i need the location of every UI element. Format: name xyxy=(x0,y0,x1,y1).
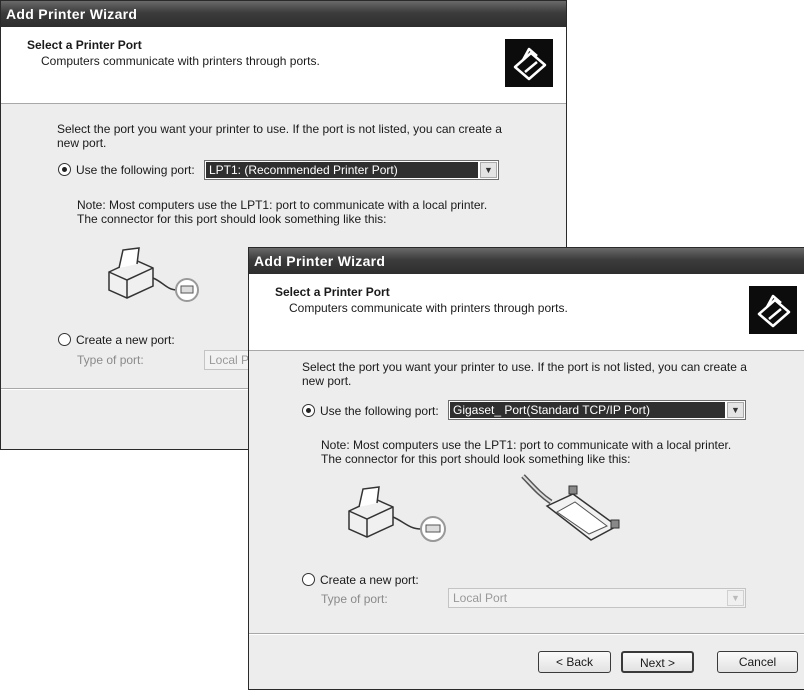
wizard-header: Select a Printer Port Computers communic… xyxy=(249,274,804,351)
type-of-port-value: Local Port xyxy=(453,591,508,605)
use-port-radio[interactable] xyxy=(302,404,315,417)
create-port-label[interactable]: Create a new port: xyxy=(320,573,419,587)
instruction-text: Select the port you want your printer to… xyxy=(57,122,502,150)
printer-wizard-icon xyxy=(505,39,553,87)
type-of-port-select[interactable]: Local Port ▼ xyxy=(448,588,746,608)
cancel-button[interactable]: Cancel xyxy=(717,651,798,673)
type-of-port-label: Type of port: xyxy=(77,353,144,367)
create-port-label[interactable]: Create a new port: xyxy=(76,333,175,347)
printer-illustration xyxy=(108,247,199,302)
instruction-text: Select the port you want your printer to… xyxy=(302,360,747,388)
window-title: Add Printer Wizard xyxy=(1,1,566,27)
create-port-radio[interactable] xyxy=(302,573,315,586)
use-port-label[interactable]: Use the following port: xyxy=(320,404,439,418)
dropdown-arrow-icon[interactable]: ▼ xyxy=(480,162,497,178)
header-title: Select a Printer Port xyxy=(27,38,142,52)
use-port-radio[interactable] xyxy=(58,163,71,176)
port-select[interactable]: Gigaset_ Port(Standard TCP/IP Port) ▼ xyxy=(448,400,746,420)
next-button[interactable]: Next > xyxy=(621,651,694,673)
type-of-port-label: Type of port: xyxy=(321,592,388,606)
header-title: Select a Printer Port xyxy=(275,285,390,299)
dropdown-arrow-icon[interactable]: ▼ xyxy=(727,402,744,418)
selected-port: Gigaset_ Port(Standard TCP/IP Port) xyxy=(450,402,725,418)
header-subtitle: Computers communicate with printers thro… xyxy=(41,54,320,68)
selected-port: LPT1: (Recommended Printer Port) xyxy=(206,162,478,178)
create-port-radio[interactable] xyxy=(58,333,71,346)
note-text: Note: Most computers use the LPT1: port … xyxy=(77,198,488,226)
wizard-header: Select a Printer Port Computers communic… xyxy=(1,27,566,104)
port-select[interactable]: LPT1: (Recommended Printer Port) ▼ xyxy=(204,160,499,180)
front-wizard-window: Add Printer Wizard Select a Printer Port… xyxy=(248,247,804,690)
footer-separator xyxy=(249,633,804,635)
back-button[interactable]: < Back xyxy=(538,651,611,673)
header-subtitle: Computers communicate with printers thro… xyxy=(289,301,568,315)
dropdown-arrow-icon[interactable]: ▼ xyxy=(727,590,744,606)
printer-illustration xyxy=(348,486,446,542)
window-title: Add Printer Wizard xyxy=(249,248,804,274)
parallel-cable-illustration xyxy=(521,474,620,541)
printer-wizard-icon xyxy=(749,286,797,334)
use-port-label[interactable]: Use the following port: xyxy=(76,163,195,177)
note-text: Note: Most computers use the LPT1: port … xyxy=(321,438,732,466)
